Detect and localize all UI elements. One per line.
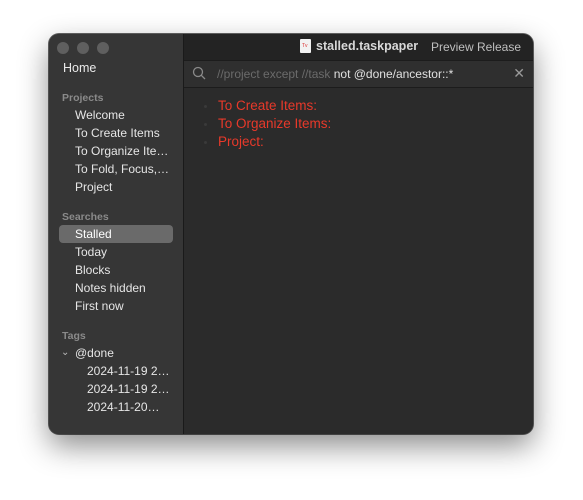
sidebar-search-stalled[interactable]: Stalled	[59, 225, 173, 243]
sidebar-tag-value[interactable]: 2024-11-20…	[59, 398, 173, 416]
app-window: Home Projects Welcome To Create Items To…	[49, 34, 533, 434]
sidebar-project-to-create-items[interactable]: To Create Items	[59, 124, 173, 142]
sidebar-home[interactable]: Home	[63, 61, 96, 75]
preview-release-label: Preview Release	[430, 40, 521, 54]
sidebar-tag-value[interactable]: 2024-11-19 2…	[59, 362, 173, 380]
outline-project[interactable]: To Create Items:	[204, 97, 331, 115]
chevron-down-icon[interactable]: ⌄	[61, 344, 69, 362]
tag-label: @done	[75, 346, 114, 360]
sidebar-project-welcome[interactable]: Welcome	[59, 106, 173, 124]
sidebar-tag-value[interactable]: 2024-11-19 2…	[59, 380, 173, 398]
sidebar-project-to-organize-items[interactable]: To Organize Ite…	[59, 142, 173, 160]
search-icon	[192, 66, 206, 80]
query-dim-part: //project except //task	[217, 67, 331, 81]
close-icon[interactable]: ✕	[513, 65, 525, 82]
close-window-button[interactable]	[57, 42, 69, 54]
query-bright-part: not @done/ancestor::*	[330, 67, 454, 81]
window-title: stalled.taskpaper	[316, 39, 419, 53]
project-title: To Organize Items:	[218, 116, 332, 131]
project-title: To Create Items:	[218, 98, 318, 113]
sidebar-project-to-fold-focus[interactable]: To Fold, Focus,…	[59, 160, 173, 178]
taskpaper-file-icon: Tv	[300, 39, 311, 53]
zoom-window-button[interactable]	[97, 42, 109, 54]
sidebar-search-blocks[interactable]: Blocks	[59, 261, 173, 279]
search-input[interactable]: //project except //task not @done/ancest…	[217, 67, 453, 81]
title-bar: Tv stalled.taskpaper Preview Release	[184, 34, 533, 60]
minimize-window-button[interactable]	[77, 42, 89, 54]
project-title: Project:	[218, 134, 264, 149]
editor-pane: Tv stalled.taskpaper Preview Release //p…	[184, 34, 533, 434]
search-bar[interactable]: //project except //task not @done/ancest…	[184, 60, 533, 88]
sidebar: Home Projects Welcome To Create Items To…	[49, 34, 184, 434]
outline-project[interactable]: To Organize Items:	[204, 115, 332, 133]
sidebar-search-notes-hidden[interactable]: Notes hidden	[59, 279, 173, 297]
window-controls	[57, 42, 109, 54]
handle-icon[interactable]	[204, 123, 207, 126]
projects-header: Projects	[62, 92, 104, 104]
sidebar-tag-done[interactable]: ⌄ @done	[59, 344, 173, 362]
sidebar-search-first-now[interactable]: First now	[59, 297, 173, 315]
outline-project[interactable]: Project:	[204, 133, 331, 151]
outline: To Create Items: To Organize Items: Proj…	[204, 97, 332, 151]
sidebar-project-project[interactable]: Project	[59, 178, 173, 196]
handle-icon[interactable]	[204, 141, 207, 144]
tags-header: Tags	[62, 330, 86, 342]
searches-header: Searches	[62, 211, 109, 223]
sidebar-search-today[interactable]: Today	[59, 243, 173, 261]
handle-icon[interactable]	[204, 105, 207, 108]
